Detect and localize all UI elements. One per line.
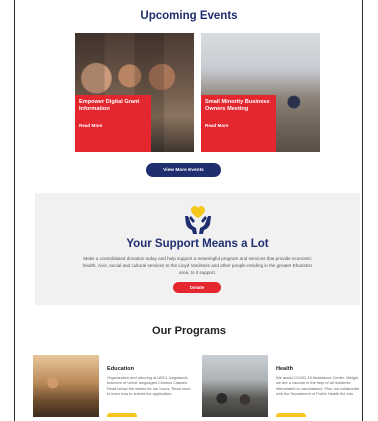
program-photo [202,355,268,417]
upcoming-events-heading: Upcoming Events [140,10,238,22]
event-card-business-owners[interactable]: Small Minority Business Owners Meeting R… [201,33,320,152]
event-label: Empower Digital Grant Information Read M… [75,95,151,152]
support-heading: Your Support Means a Lot [126,238,269,250]
event-card-digital-grant[interactable]: Empower Digital Grant Information Read M… [75,33,194,152]
event-label: Small Minority Business Owners Meeting R… [201,95,276,152]
our-programs-heading: Our Programs [152,325,226,337]
read-more-link[interactable]: Read More [205,123,272,128]
program-learn-more-button[interactable] [276,413,306,417]
program-description: We assist COVID-19 Assistance Center. We… [276,375,360,397]
event-title: Small Minority Business Owners Meeting [205,99,270,112]
view-more-events-button[interactable]: View More Events [146,163,221,177]
heart-hands-icon [185,206,211,234]
program-title: Health [276,366,294,372]
event-title: Empower Digital Grant Information [79,99,140,112]
program-card-health[interactable]: Health We assist COVID-19 Assistance Cen… [202,355,367,417]
support-description: Make a consolidated donation today and h… [82,256,313,275]
program-description: Organization and reboring at UBCL longst… [107,375,191,397]
left-border-line [14,0,15,421]
program-photo [33,355,99,417]
read-more-link[interactable]: Read More [79,123,147,128]
donate-button[interactable]: Donate [173,282,221,293]
program-card-education[interactable]: Education Organization and reboring at U… [33,355,198,417]
program-learn-more-button[interactable] [107,413,137,417]
program-title: Education [107,366,135,372]
